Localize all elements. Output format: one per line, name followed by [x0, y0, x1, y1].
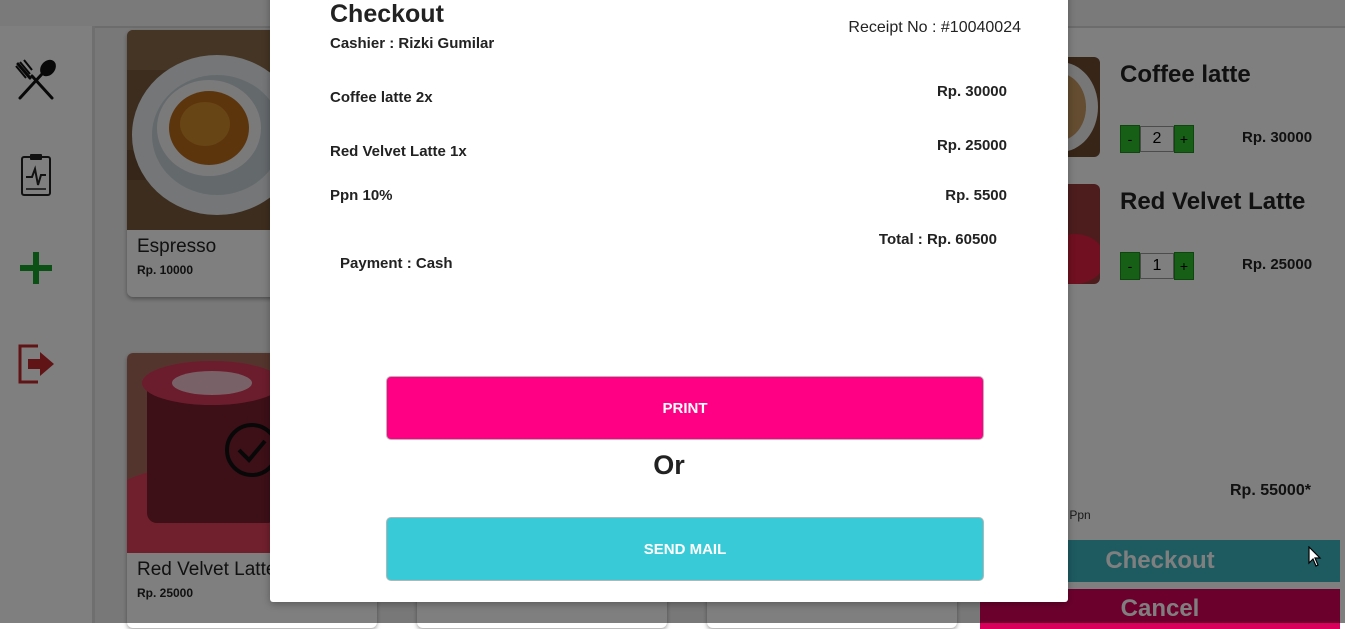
receipt-line-label: Coffee latte 2x	[330, 89, 433, 106]
checkout-modal: Checkout Cashier : Rizki Gumilar Receipt…	[270, 0, 1068, 602]
send-mail-button[interactable]: SEND MAIL	[386, 517, 984, 581]
payment-method: Payment : Cash	[340, 255, 453, 272]
or-separator: Or	[653, 450, 685, 480]
receipt-line-value: Rp. 30000	[936, 83, 1007, 100]
receipt-total: Total : Rp. 60500	[878, 231, 997, 248]
modal-title: Checkout	[330, 0, 444, 28]
receipt-number: Receipt No : #10040024	[848, 19, 1021, 36]
print-button[interactable]: PRINT	[386, 376, 984, 440]
cashier-name: Cashier : Rizki Gumilar	[330, 35, 495, 52]
mouse-cursor-icon	[1308, 546, 1322, 567]
receipt-line-value: Rp. 5500	[945, 187, 1007, 204]
receipt-line-value: Rp. 25000	[936, 137, 1007, 154]
receipt-line-label: Red Velvet Latte 1x	[330, 143, 467, 160]
receipt-line-label: Ppn 10%	[330, 187, 393, 204]
